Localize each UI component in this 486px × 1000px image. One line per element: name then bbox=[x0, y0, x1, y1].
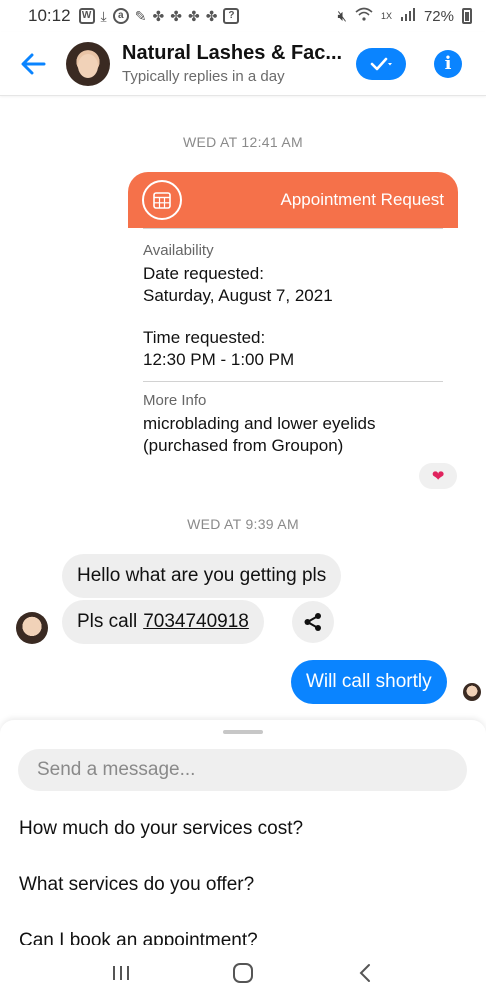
recents-icon bbox=[113, 965, 129, 980]
heart-icon: ❤ bbox=[431, 468, 445, 485]
message-text: Pls call bbox=[77, 611, 138, 632]
word-app-icon: W bbox=[78, 8, 95, 24]
unknown-app-icon: ? bbox=[223, 8, 240, 24]
heart-reaction[interactable]: ❤ bbox=[419, 463, 457, 489]
pen-icon: ✎ bbox=[134, 7, 147, 24]
response-time: Typically replies in a day bbox=[122, 68, 285, 85]
network-type: 1X bbox=[380, 11, 392, 21]
mute-icon: 🔇︎ bbox=[337, 7, 347, 25]
phone-number-link[interactable]: 7034740918 bbox=[143, 611, 249, 633]
appointment-title: Appointment Request bbox=[280, 190, 445, 209]
message-input[interactable] bbox=[18, 749, 467, 791]
share-button[interactable] bbox=[292, 601, 334, 643]
quick-reply-item[interactable]: How much do your services cost? bbox=[19, 818, 303, 840]
availability-label: Availability bbox=[143, 242, 214, 259]
check-icon bbox=[370, 57, 392, 70]
battery-percent: 72% bbox=[423, 7, 454, 25]
timestamp: WED AT 12:41 AM bbox=[183, 134, 303, 150]
message-text: Will call shortly bbox=[306, 671, 432, 692]
page-avatar[interactable] bbox=[66, 41, 110, 86]
notification-icons: W ⤓ a ✎ ✤ ✤ ✤ ✤ ? bbox=[78, 7, 240, 25]
download-icon: ⤓ bbox=[100, 7, 107, 24]
mark-done-button[interactable] bbox=[356, 47, 406, 80]
sheet-grabber[interactable] bbox=[223, 730, 263, 734]
quick-reply-item[interactable]: What services do you offer? bbox=[19, 874, 254, 896]
back-nav-button[interactable] bbox=[335, 953, 395, 993]
conversation-header: Natural Lashes & Fac... Typically replie… bbox=[0, 32, 486, 96]
date-label: Date requested: bbox=[143, 264, 264, 283]
pinwheel-icon: ✤ bbox=[170, 7, 182, 24]
incoming-message[interactable]: Pls call 7034740918 bbox=[62, 600, 264, 644]
system-icons: 🔇︎ 1X 72% bbox=[337, 7, 472, 25]
info-icon: i bbox=[444, 53, 452, 74]
wifi-icon bbox=[355, 7, 373, 25]
pinwheel-icon: ✤ bbox=[205, 7, 218, 24]
share-icon bbox=[304, 613, 321, 631]
sender-avatar bbox=[16, 612, 48, 644]
more-info-text: (purchased from Groupon) bbox=[143, 436, 344, 455]
status-time: 10:12 bbox=[28, 6, 71, 25]
signal-icon bbox=[400, 7, 416, 25]
pinwheel-icon: ✤ bbox=[152, 7, 165, 24]
appointment-body: Availability Date requested: Saturday, A… bbox=[128, 228, 458, 457]
info-button[interactable]: i bbox=[434, 49, 462, 78]
pinwheel-icon: ✤ bbox=[187, 7, 200, 24]
arrow-left-icon bbox=[21, 53, 46, 74]
recents-button[interactable] bbox=[91, 953, 151, 993]
appointment-request-card[interactable]: Appointment Request Availability Date re… bbox=[128, 172, 458, 457]
message-text: Hello what are you getting pls bbox=[77, 565, 327, 586]
more-info-label: More Info bbox=[143, 392, 207, 409]
battery-icon bbox=[462, 8, 472, 24]
amazon-app-icon: a bbox=[112, 8, 129, 24]
system-nav-bar bbox=[0, 945, 486, 1000]
calendar-icon bbox=[142, 180, 182, 220]
home-button[interactable] bbox=[213, 953, 273, 993]
divider bbox=[143, 381, 443, 382]
composer-sheet: How much do your services cost? What ser… bbox=[0, 720, 486, 945]
appointment-header: Appointment Request bbox=[128, 172, 458, 228]
page-title: Natural Lashes & Fac... bbox=[122, 42, 343, 64]
quick-reply-item[interactable]: Can I book an appointment? bbox=[19, 930, 258, 945]
incoming-message[interactable]: Hello what are you getting pls bbox=[62, 554, 342, 598]
date-value: Saturday, August 7, 2021 bbox=[143, 286, 333, 305]
more-info-text: microblading and lower eyelids bbox=[143, 414, 376, 433]
seen-avatar bbox=[463, 683, 481, 701]
status-bar: 10:12 W ⤓ a ✎ ✤ ✤ ✤ ✤ ? 🔇︎ 1X 72% bbox=[0, 0, 486, 32]
back-button[interactable] bbox=[0, 32, 66, 96]
outgoing-message[interactable]: Will call shortly bbox=[291, 660, 447, 704]
timestamp: WED AT 9:39 AM bbox=[187, 516, 299, 532]
time-value: 12:30 PM - 1:00 PM bbox=[143, 350, 295, 369]
chevron-left-icon bbox=[359, 963, 370, 982]
time-label: Time requested: bbox=[143, 328, 266, 347]
home-icon bbox=[233, 962, 253, 983]
divider bbox=[143, 228, 443, 229]
header-text[interactable]: Natural Lashes & Fac... Typically replie… bbox=[122, 42, 356, 85]
